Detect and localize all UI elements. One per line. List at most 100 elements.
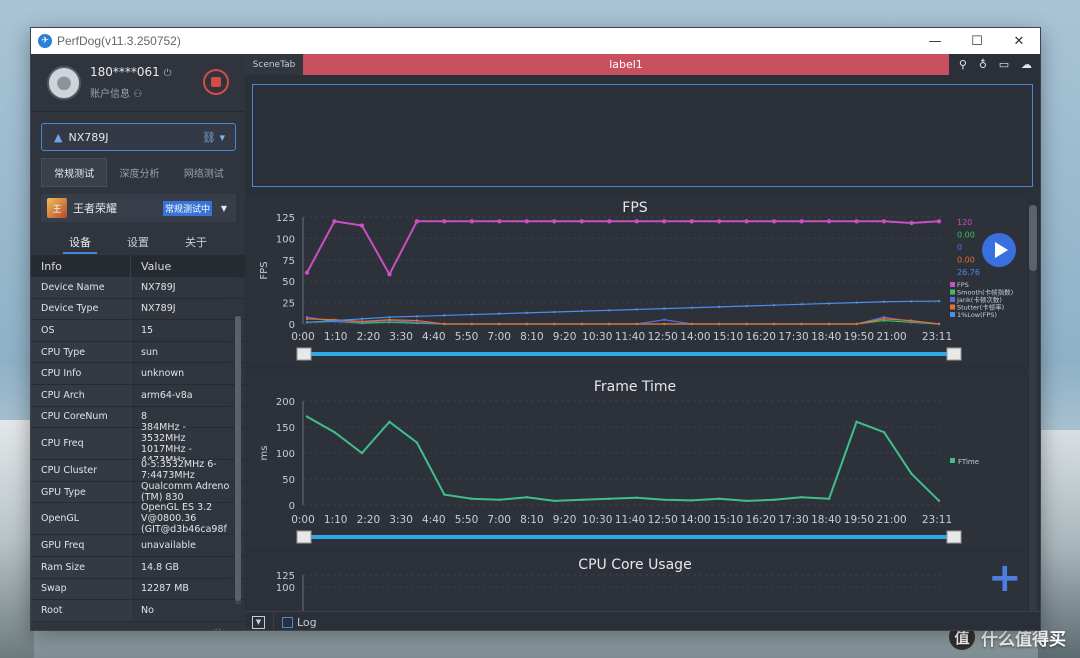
tab-about[interactable]: 关于	[179, 232, 213, 254]
x-tick-label: 8:10	[520, 331, 544, 343]
stop-record-button[interactable]	[203, 69, 229, 95]
log-label: Log	[297, 615, 317, 629]
scrollbar-thumb[interactable]	[1029, 205, 1037, 271]
x-tick-label: 15:10	[713, 331, 743, 343]
account-info-label: 账户信息	[90, 89, 130, 100]
data-point	[580, 322, 583, 326]
x-tick-label: 14:00	[680, 514, 710, 526]
marker-icon[interactable]: ♁	[979, 58, 987, 71]
label-bar[interactable]: label1	[303, 54, 949, 75]
legend-entry: 1%Low(FPS)	[957, 311, 997, 319]
left-panel: ● 180****061 ⏻ 账户信息 ⚇ ▲ NX789J ⛓ ▾ 常规测试 …	[31, 54, 245, 630]
data-point	[415, 441, 419, 444]
add-chart-button[interactable]: +	[988, 558, 1022, 598]
data-point	[662, 219, 667, 224]
column-header-info[interactable]: Info	[31, 255, 131, 277]
data-point	[525, 322, 529, 326]
data-point	[579, 219, 584, 224]
table-row[interactable]: Root No	[31, 600, 245, 622]
column-header-value[interactable]: Value	[131, 255, 231, 277]
legend-swatch	[950, 312, 955, 317]
data-point	[498, 312, 501, 315]
table-row[interactable]: GPU Freq unavailable	[31, 535, 245, 557]
cloud-icon[interactable]: ☁	[1021, 58, 1032, 71]
x-tick-label: 11:40	[615, 514, 645, 526]
table-row[interactable]: CPU Type sun	[31, 341, 245, 364]
account-info[interactable]: 账户信息 ⚇	[90, 85, 172, 100]
x-tick-label: 10:30	[582, 514, 612, 526]
table-row[interactable]: Device Type NX789J	[31, 298, 245, 321]
data-point	[910, 300, 913, 303]
data-point	[772, 322, 776, 326]
avatar[interactable]: ●	[47, 65, 81, 100]
left-vertical-scrollbar[interactable]	[235, 316, 241, 604]
minimize-button[interactable]: —	[914, 28, 956, 54]
x-tick-label: 18:40	[811, 514, 841, 526]
data-point	[635, 308, 638, 311]
table-row[interactable]: CPU Arch arm64-v8a	[31, 384, 245, 407]
data-point	[305, 321, 309, 324]
play-button[interactable]	[982, 233, 1016, 267]
x-tick-label: 1:10	[324, 331, 348, 343]
game-name: 王者荣耀	[73, 202, 117, 215]
toggle-panel-icon[interactable]: ▼	[252, 615, 265, 629]
table-row[interactable]: Ram Size 14.8 GB	[31, 556, 245, 579]
tab-normal-test[interactable]: 常规测试	[41, 158, 108, 187]
table-row[interactable]: CPU Cluster 0-5:3532MHz 6-7:4473MHz	[31, 460, 245, 482]
y-tick-label: 0	[289, 320, 295, 331]
window-title: PerfDog(v11.3.250752)	[57, 34, 181, 48]
data-point	[716, 219, 722, 224]
tab-network-test[interactable]: 网络测试	[172, 158, 236, 187]
table-row[interactable]: CPU Info unknown	[31, 363, 245, 385]
x-tick-label: 1:10	[324, 514, 348, 526]
data-point	[415, 315, 419, 318]
table-row[interactable]: GPU Type Qualcomm Adreno (TM) 830	[31, 481, 245, 504]
time-range-slider	[301, 535, 951, 539]
location-pin-icon[interactable]: ⚲	[959, 58, 967, 71]
y-tick-label: 25	[282, 299, 295, 310]
charts-area: FPS FPS 0 25 50 75 100 125 0:00 1:10 2:20 3:30 4:40 5…	[245, 195, 1040, 630]
info-key: OS	[31, 320, 131, 341]
table-row[interactable]: OpenGL OpenGL ES 3.2 V@0800.36 (GIT@d3b46…	[31, 502, 245, 536]
x-tick-label: 3:30	[389, 514, 413, 526]
y-tick-label: 50	[282, 475, 295, 486]
maximize-button[interactable]: ☐	[956, 28, 998, 54]
device-link-icon[interactable]: ⛓ ▾	[202, 131, 225, 144]
data-point	[882, 300, 886, 303]
slider-handle-right	[946, 530, 962, 544]
main-vertical-scrollbar[interactable]	[1029, 205, 1037, 630]
table-row[interactable]: Swap 12287 MB	[31, 578, 245, 601]
data-point	[882, 317, 886, 321]
log-checkbox[interactable]	[282, 616, 293, 628]
collapse-panel-icon[interactable]: «	[211, 622, 222, 630]
data-point	[415, 319, 419, 322]
data-point	[717, 497, 721, 500]
mode-tabs: 常规测试 深度分析 网络测试	[41, 158, 236, 187]
tab-deep-analysis[interactable]: 深度分析	[107, 158, 171, 187]
data-point	[497, 219, 502, 224]
app-selector[interactable]: 王 王者荣耀 常规测试中 ▼	[41, 194, 236, 222]
table-row[interactable]: Device Name NX789J	[31, 277, 245, 299]
data-point	[936, 219, 942, 224]
scene-tab[interactable]: SceneTab	[245, 54, 303, 75]
device-selector[interactable]: ▲ NX789J ⛓ ▾	[41, 123, 236, 151]
data-point	[690, 322, 693, 326]
status-badge: 常规测试中	[162, 200, 212, 216]
table-row[interactable]: OS 15	[31, 320, 245, 342]
info-key: CPU Arch	[31, 384, 131, 406]
tab-settings[interactable]: 设置	[121, 232, 155, 254]
folder-icon[interactable]: ▭	[999, 58, 1009, 71]
x-tick-label: 21:00	[876, 331, 906, 343]
tab-device[interactable]: 设备	[63, 232, 97, 254]
chevron-down-icon[interactable]: ▼	[221, 204, 227, 213]
data-point	[470, 497, 474, 500]
data-point	[360, 451, 364, 455]
scrollbar-thumb[interactable]	[235, 316, 241, 601]
table-row[interactable]: CPU Freq384MHz - 3532MHz 1017MHz - 4473M…	[31, 422, 245, 466]
close-button[interactable]: ✕	[998, 28, 1040, 54]
x-tick-label: 12:50	[648, 331, 678, 343]
data-point	[360, 317, 364, 321]
logout-icon[interactable]: ⏻	[164, 68, 172, 79]
info-key: Device Name	[31, 277, 131, 298]
user-id-text: 180****061	[90, 65, 160, 79]
